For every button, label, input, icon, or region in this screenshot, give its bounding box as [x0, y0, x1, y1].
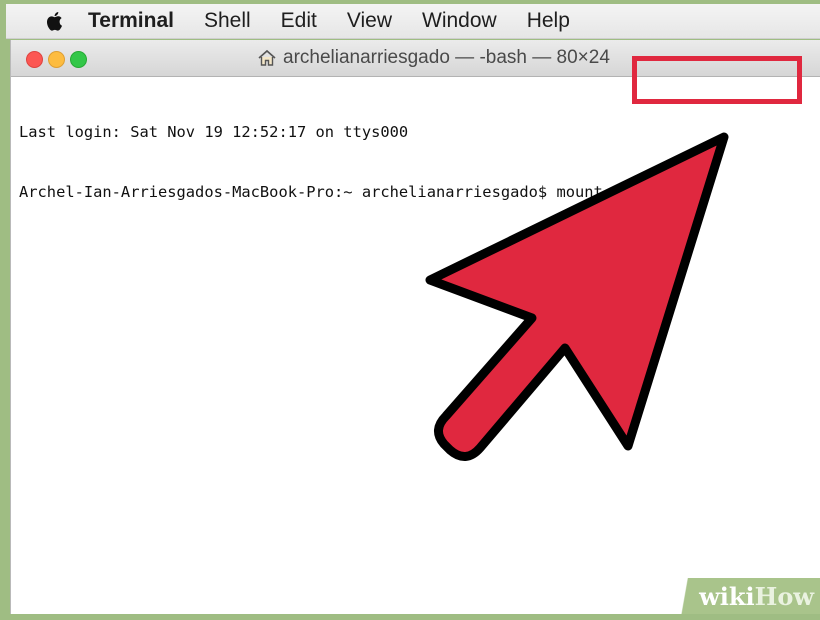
- wikihow-watermark: wiki How: [665, 578, 820, 614]
- watermark-how: How: [754, 581, 814, 611]
- pointer-arrow-icon: [425, 132, 729, 461]
- watermark-wiki: wiki: [699, 581, 755, 611]
